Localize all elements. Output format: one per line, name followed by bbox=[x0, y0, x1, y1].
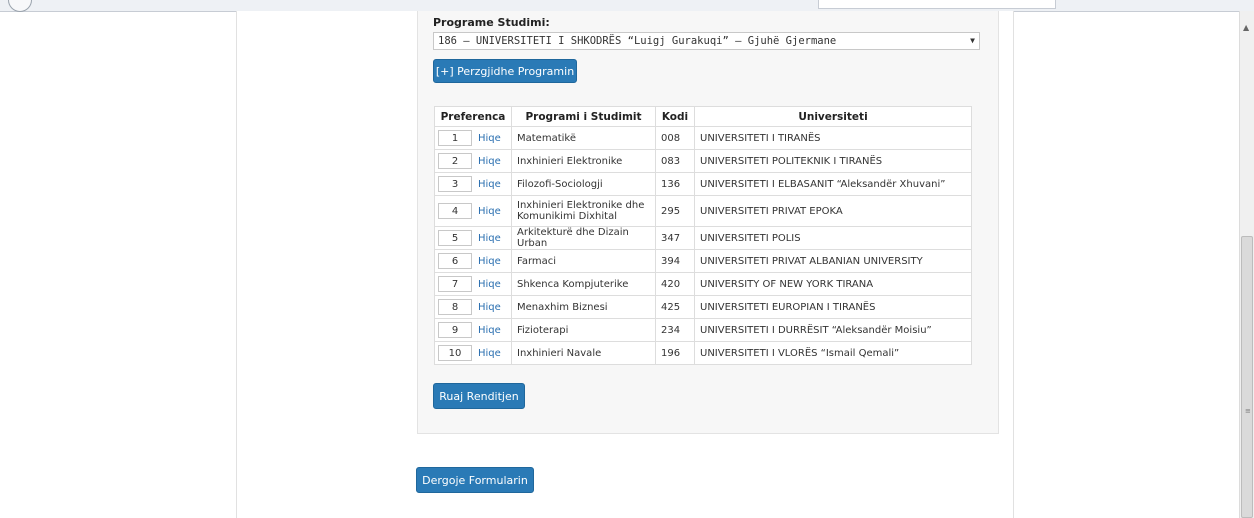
preference-input[interactable]: 6 bbox=[438, 253, 472, 269]
program-cell: Inxhinieri Elektronike dhe Komunikimi Di… bbox=[511, 195, 656, 227]
code-cell: 083 bbox=[655, 149, 695, 173]
header-code: Kodi bbox=[655, 106, 695, 127]
remove-link[interactable]: Hiqe bbox=[478, 279, 501, 290]
save-order-button[interactable]: Ruaj Renditjen bbox=[433, 383, 525, 409]
preference-input[interactable]: 9 bbox=[438, 322, 472, 338]
university-cell: UNIVERSITY OF NEW YORK TIRANA bbox=[694, 272, 972, 296]
add-program-button[interactable]: [+] Perzgjidhe Programin bbox=[433, 59, 577, 83]
program-cell: Shkenca Kompjuterike bbox=[511, 272, 656, 296]
program-select[interactable]: 186 – UNIVERSITETI I SHKODRËS “Luigj Gur… bbox=[433, 32, 980, 50]
university-cell: UNIVERSITETI PRIVAT ALBANIAN UNIVERSITY bbox=[694, 249, 972, 273]
program-cell: Inxhinieri Navale bbox=[511, 341, 656, 365]
university-cell: UNIVERSITETI EUROPIAN I TIRANËS bbox=[694, 295, 972, 319]
code-cell: 196 bbox=[655, 341, 695, 365]
browser-back-icon[interactable] bbox=[8, 0, 32, 12]
submit-form-button[interactable]: Dergoje Formularin bbox=[416, 467, 534, 493]
preference-input[interactable]: 2 bbox=[438, 153, 472, 169]
code-cell: 420 bbox=[655, 272, 695, 296]
preference-cell: 1 Hiqe bbox=[434, 126, 512, 150]
table-row: 6 Hiqe Farmaci 394 UNIVERSITETI PRIVAT ALBAN… bbox=[434, 249, 972, 273]
remove-link[interactable]: Hiqe bbox=[478, 133, 501, 144]
preference-cell: 4 Hiqe bbox=[434, 195, 512, 227]
program-cell: Matematikë bbox=[511, 126, 656, 150]
code-cell: 008 bbox=[655, 126, 695, 150]
table-row: 7 Hiqe Shkenca Kompjuterike 420 UNIVERSITY O… bbox=[434, 272, 972, 296]
remove-link[interactable]: Hiqe bbox=[478, 156, 501, 167]
preferences-table: Preferenca Programi i Studimit Kodi Univ… bbox=[434, 106, 972, 365]
program-cell: Menaxhim Biznesi bbox=[511, 295, 656, 319]
remove-link[interactable]: Hiqe bbox=[478, 325, 501, 336]
table-row: 3 Hiqe Filozofi-Sociologji 136 UNIVERSITETI … bbox=[434, 172, 972, 196]
university-cell: UNIVERSITETI PRIVAT EPOKA bbox=[694, 195, 972, 227]
preference-input[interactable]: 5 bbox=[438, 230, 472, 246]
university-cell: UNIVERSITETI POLITEKNIK I TIRANËS bbox=[694, 149, 972, 173]
preference-input[interactable]: 1 bbox=[438, 130, 472, 146]
program-select-value: 186 – UNIVERSITETI I SHKODRËS “Luigj Gur… bbox=[438, 35, 837, 47]
preference-cell: 10 Hiqe bbox=[434, 341, 512, 365]
scroll-thumb[interactable]: ≡ bbox=[1241, 236, 1253, 518]
remove-link[interactable]: Hiqe bbox=[478, 206, 501, 217]
browser-search-field[interactable] bbox=[818, 0, 1056, 9]
university-cell: UNIVERSITETI POLIS bbox=[694, 226, 972, 250]
university-cell: UNIVERSITETI I ELBASANIT “Aleksandër Xhu… bbox=[694, 172, 972, 196]
table-row: 2 Hiqe Inxhinieri Elektronike 083 UNIVERSITE… bbox=[434, 149, 972, 173]
preference-cell: 3 Hiqe bbox=[434, 172, 512, 196]
code-cell: 394 bbox=[655, 249, 695, 273]
remove-link[interactable]: Hiqe bbox=[478, 179, 501, 190]
preference-cell: 7 Hiqe bbox=[434, 272, 512, 296]
table-row: 9 Hiqe Fizioterapi 234 UNIVERSITETI I DURRËS… bbox=[434, 318, 972, 342]
university-cell: UNIVERSITETI I DURRËSIT “Aleksandër Mois… bbox=[694, 318, 972, 342]
remove-link[interactable]: Hiqe bbox=[478, 348, 501, 359]
preference-cell: 2 Hiqe bbox=[434, 149, 512, 173]
university-cell: UNIVERSITETI I TIRANËS bbox=[694, 126, 972, 150]
preference-cell: 5 Hiqe bbox=[434, 226, 512, 250]
preference-cell: 9 Hiqe bbox=[434, 318, 512, 342]
table-row: 5 Hiqe Arkitekturë dhe Dizain Urban 347 UNIV… bbox=[434, 226, 972, 250]
header-program: Programi i Studimit bbox=[511, 106, 656, 127]
university-cell: UNIVERSITETI I VLORËS “Ismail Qemali” bbox=[694, 341, 972, 365]
table-row: 8 Hiqe Menaxhim Biznesi 425 UNIVERSITETI EUR… bbox=[434, 295, 972, 319]
table-row: 4 Hiqe Inxhinieri Elektronike dhe Komuniki… bbox=[434, 195, 972, 227]
code-cell: 234 bbox=[655, 318, 695, 342]
program-cell: Filozofi-Sociologji bbox=[511, 172, 656, 196]
preference-input[interactable]: 4 bbox=[438, 203, 472, 219]
chevron-down-icon: ▼ bbox=[970, 36, 975, 45]
grip-icon: ≡ bbox=[1245, 407, 1251, 415]
preference-input[interactable]: 7 bbox=[438, 276, 472, 292]
program-cell: Arkitekturë dhe Dizain Urban bbox=[511, 226, 656, 250]
preference-cell: 8 Hiqe bbox=[434, 295, 512, 319]
program-cell: Farmaci bbox=[511, 249, 656, 273]
remove-link[interactable]: Hiqe bbox=[478, 256, 501, 267]
header-preference: Preferenca bbox=[434, 106, 512, 127]
preference-input[interactable]: 8 bbox=[438, 299, 472, 315]
remove-link[interactable]: Hiqe bbox=[478, 233, 501, 244]
preference-cell: 6 Hiqe bbox=[434, 249, 512, 273]
code-cell: 347 bbox=[655, 226, 695, 250]
preference-input[interactable]: 10 bbox=[438, 345, 472, 361]
program-cell: Inxhinieri Elektronike bbox=[511, 149, 656, 173]
table-row: 10 Hiqe Inxhinieri Navale 196 UNIVERSITETI I… bbox=[434, 341, 972, 365]
header-university: Universiteti bbox=[694, 106, 972, 127]
arrow-up-icon[interactable]: ▲ bbox=[1243, 23, 1249, 32]
remove-link[interactable]: Hiqe bbox=[478, 302, 501, 313]
program-label: Programe Studimi: bbox=[433, 16, 550, 29]
preference-input[interactable]: 3 bbox=[438, 176, 472, 192]
program-cell: Fizioterapi bbox=[511, 318, 656, 342]
table-row: 1 Hiqe Matematikë 008 UNIVERSITETI I TIRANËS bbox=[434, 126, 972, 150]
table-header-row: Preferenca Programi i Studimit Kodi Univ… bbox=[434, 106, 972, 127]
code-cell: 425 bbox=[655, 295, 695, 319]
code-cell: 295 bbox=[655, 195, 695, 227]
code-cell: 136 bbox=[655, 172, 695, 196]
scrollbar[interactable]: ▲ ≡ bbox=[1239, 11, 1254, 518]
